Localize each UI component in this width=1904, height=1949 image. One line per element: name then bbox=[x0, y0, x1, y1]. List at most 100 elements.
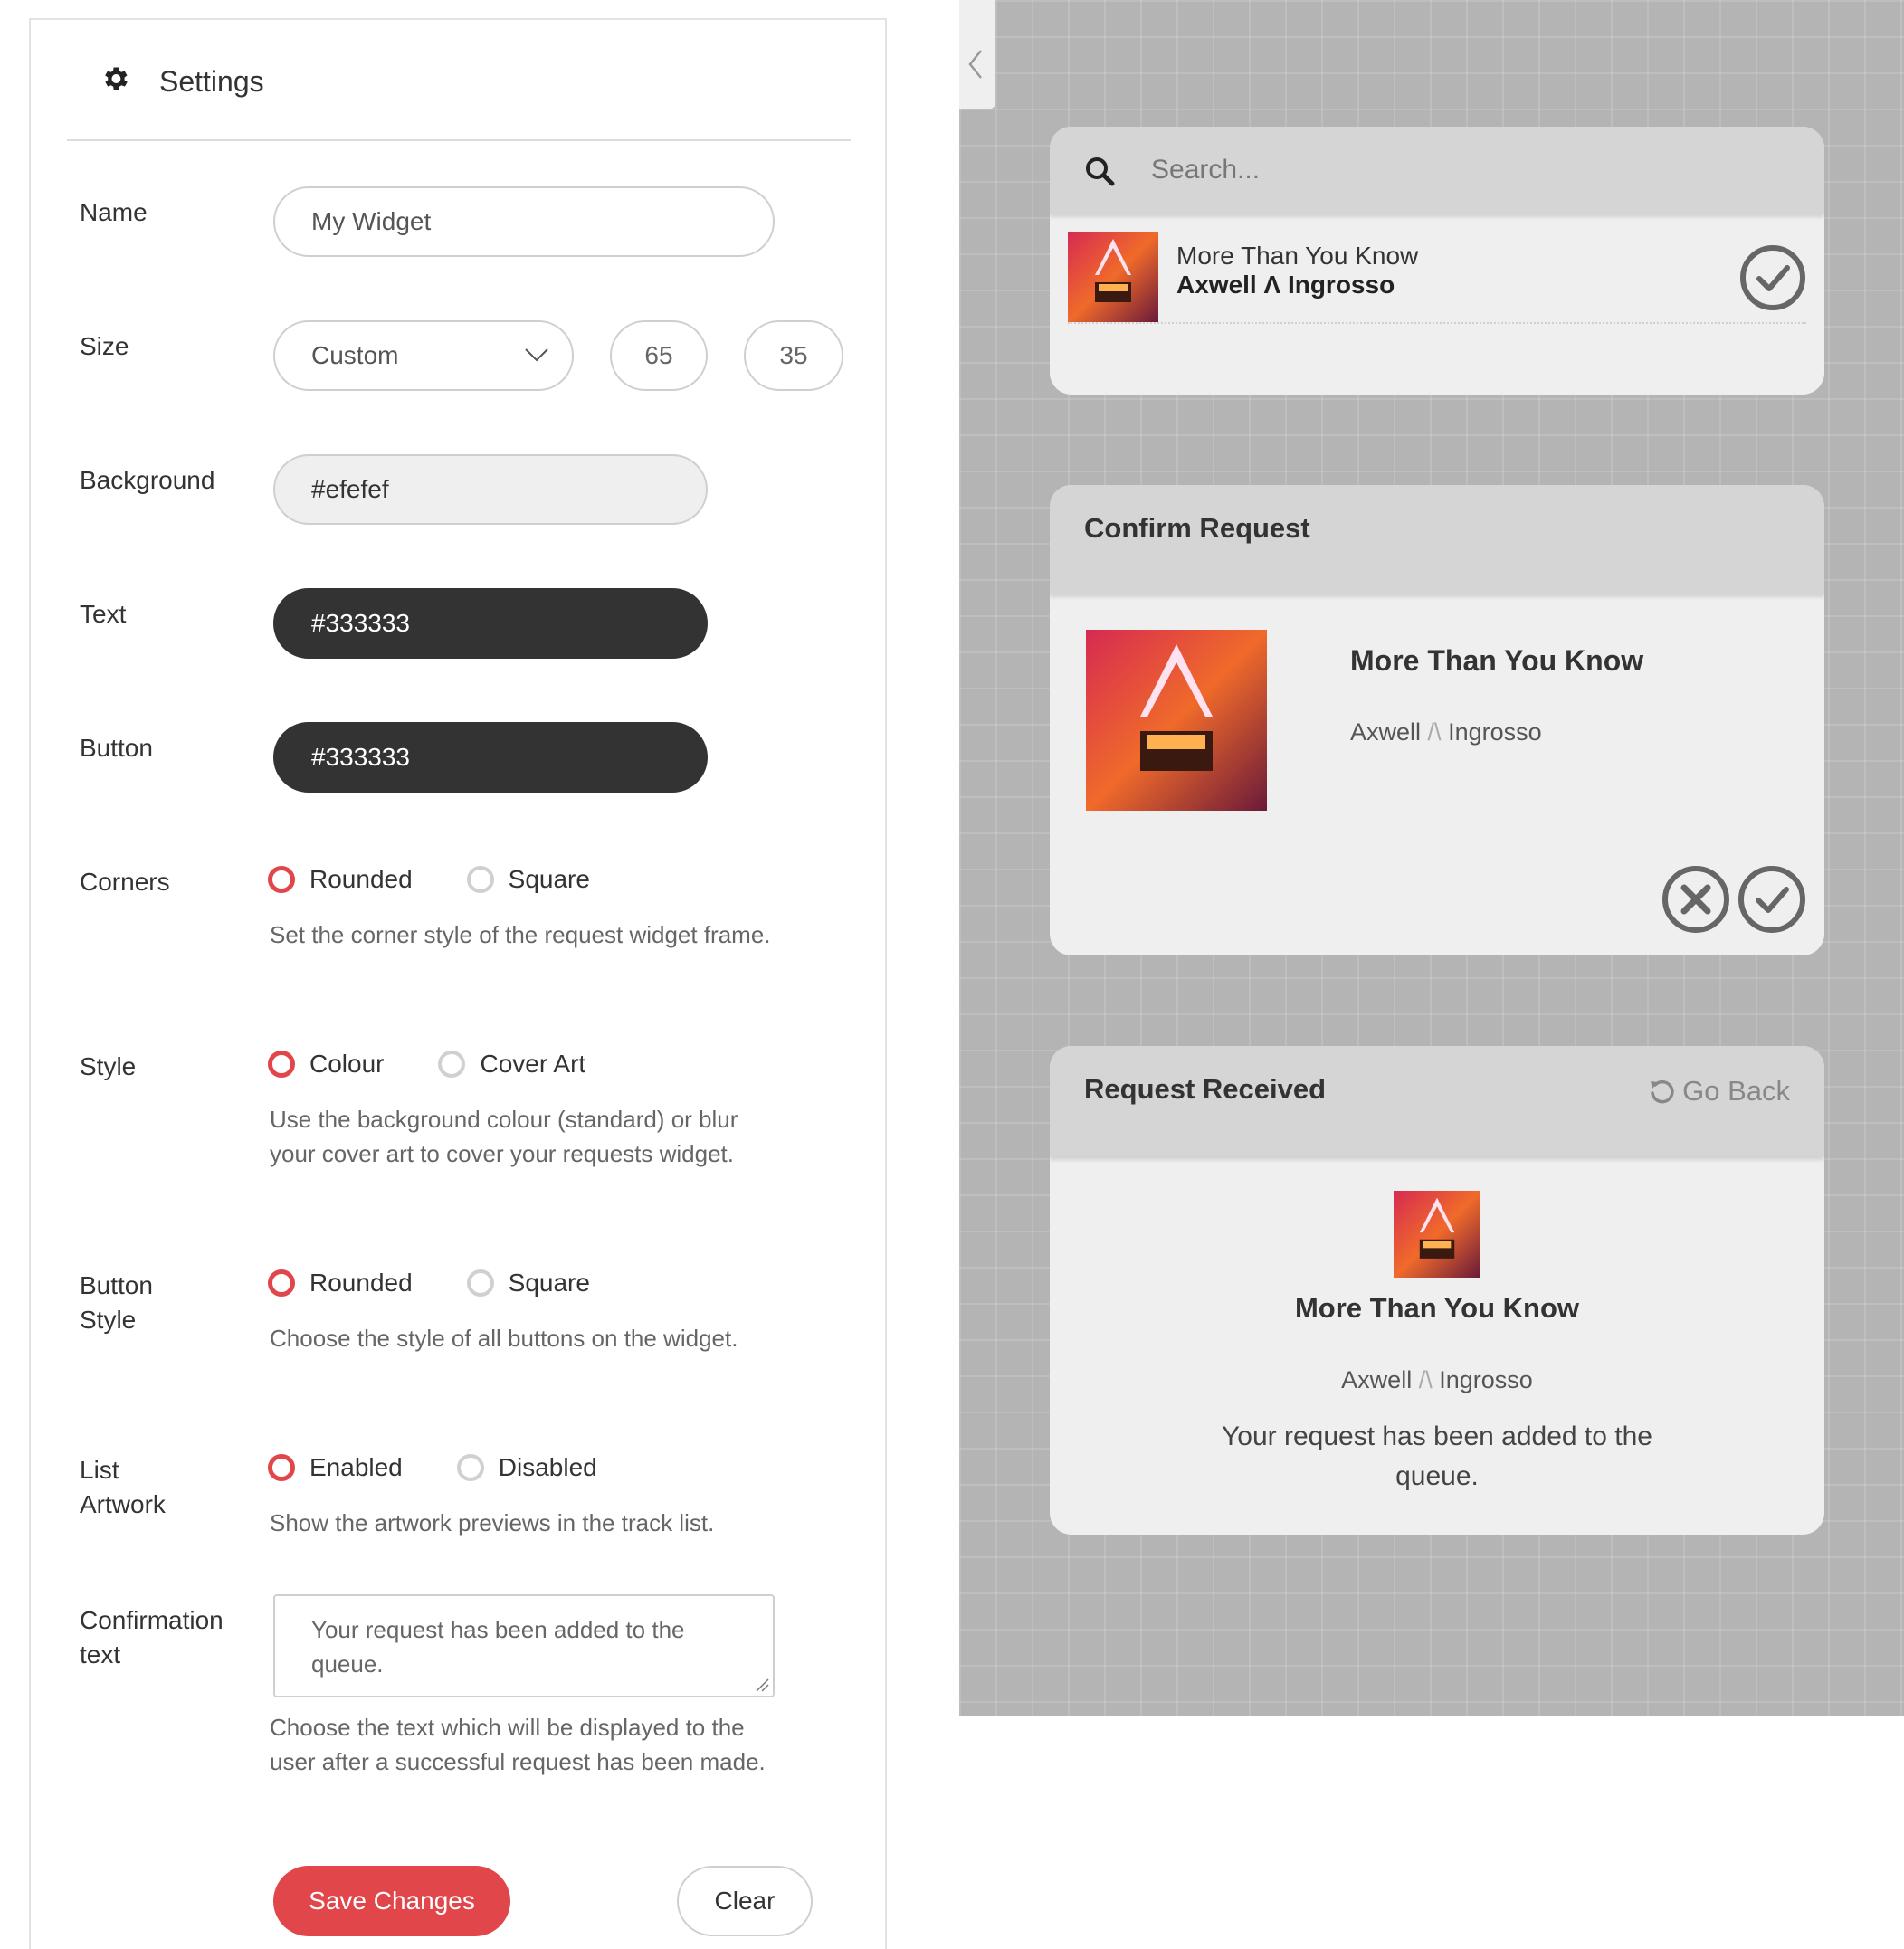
result-track-title: More Than You Know bbox=[1176, 242, 1419, 270]
confirm-artist: Axwell /\ Ingrosso bbox=[1350, 718, 1542, 746]
confirmation-help: Choose the text which will be displayed … bbox=[270, 1714, 766, 1775]
request-check-icon[interactable] bbox=[1739, 244, 1806, 311]
radio-label: Colour bbox=[309, 1050, 385, 1078]
confirm-track-title: More Than You Know bbox=[1350, 644, 1644, 677]
search-input[interactable]: Search... bbox=[1151, 152, 1260, 188]
corners-option-square[interactable]: Square bbox=[466, 865, 590, 894]
received-card-header: Request Received Go Back bbox=[1050, 1046, 1824, 1156]
radio-label: Disabled bbox=[498, 1453, 597, 1481]
background-color-input[interactable]: #efefef bbox=[273, 454, 708, 525]
radio-unselected-icon bbox=[456, 1454, 484, 1481]
style-label: Style bbox=[80, 1052, 137, 1080]
search-icon bbox=[1086, 157, 1115, 186]
radio-label: Enabled bbox=[309, 1453, 403, 1481]
name-label: Name bbox=[80, 198, 148, 226]
list-artwork-radio-group: Enabled Disabled bbox=[268, 1453, 597, 1482]
search-bar[interactable]: Search... bbox=[1050, 127, 1824, 214]
received-card-title: Request Received bbox=[1084, 1073, 1327, 1105]
list-artwork-label-line2: Artwork bbox=[80, 1490, 166, 1518]
album-art-thumbnail bbox=[1068, 232, 1158, 322]
background-label: Background bbox=[80, 466, 215, 494]
radio-label: Cover Art bbox=[480, 1050, 586, 1078]
button-style-help: Choose the style of all buttons on the w… bbox=[270, 1325, 738, 1352]
button-color-input[interactable]: #333333 bbox=[273, 722, 708, 793]
size-select[interactable]: Custom bbox=[273, 320, 574, 391]
search-widget-card: Search... More Than You Know Axwell Λ In… bbox=[1050, 127, 1824, 395]
list-artwork-label: List Artwork bbox=[80, 1453, 166, 1522]
style-option-cover-art[interactable]: Cover Art bbox=[438, 1050, 585, 1079]
radio-selected-icon bbox=[268, 1269, 295, 1297]
style-help: Use the background colour (standard) or … bbox=[270, 1106, 738, 1167]
button-color-label: Button bbox=[80, 734, 153, 762]
artist-name-a: Axwell bbox=[1341, 1366, 1413, 1393]
artist-name-b: Ingrosso bbox=[1448, 718, 1542, 746]
confirm-request-card: Confirm Request More Than You Know Axwel… bbox=[1050, 485, 1824, 955]
confirmation-label: Confirmation text bbox=[80, 1603, 224, 1672]
radio-label: Rounded bbox=[309, 1269, 413, 1297]
collapse-panel-toggle[interactable] bbox=[959, 0, 995, 109]
result-artist: Axwell Λ Ingrosso bbox=[1176, 271, 1395, 299]
corners-option-rounded[interactable]: Rounded bbox=[268, 865, 413, 894]
radio-unselected-icon bbox=[438, 1051, 466, 1078]
radio-selected-icon bbox=[268, 1454, 295, 1481]
list-artwork-option-disabled[interactable]: Disabled bbox=[456, 1453, 597, 1482]
size-width-input[interactable]: 65 bbox=[610, 320, 708, 391]
clear-button[interactable]: Clear bbox=[677, 1866, 813, 1936]
radio-label: Square bbox=[508, 1269, 590, 1297]
text-color-label: Text bbox=[80, 600, 127, 628]
button-style-label: Button Style bbox=[80, 1269, 153, 1337]
radio-unselected-icon bbox=[466, 866, 494, 893]
confirmation-text-value: Your request has been added to the queue… bbox=[311, 1616, 685, 1678]
chevron-down-icon bbox=[525, 348, 548, 362]
button-style-option-rounded[interactable]: Rounded bbox=[268, 1269, 413, 1298]
button-style-radio-group: Rounded Square bbox=[268, 1269, 590, 1298]
album-art-small bbox=[1394, 1191, 1480, 1278]
text-color-input[interactable]: #333333 bbox=[273, 588, 708, 659]
artist-separator: /\ bbox=[1418, 1366, 1433, 1393]
settings-title: Settings bbox=[159, 65, 264, 98]
gear-icon bbox=[105, 67, 128, 90]
radio-label: Square bbox=[508, 865, 590, 893]
settings-header: Settings bbox=[67, 42, 851, 141]
artist-separator: /\ bbox=[1427, 718, 1442, 746]
album-art-image bbox=[1068, 232, 1158, 322]
radio-selected-icon bbox=[268, 866, 295, 893]
style-radio-group: Colour Cover Art bbox=[268, 1050, 585, 1079]
received-artist: Axwell /\ Ingrosso bbox=[1050, 1366, 1824, 1394]
save-changes-button[interactable]: Save Changes bbox=[273, 1866, 510, 1936]
button-style-label-line1: Button bbox=[80, 1271, 153, 1299]
confirm-check-icon[interactable] bbox=[1737, 865, 1806, 934]
cancel-icon[interactable] bbox=[1661, 865, 1730, 934]
go-back-label: Go Back bbox=[1682, 1075, 1790, 1107]
size-height-input[interactable]: 35 bbox=[744, 320, 843, 391]
size-label: Size bbox=[80, 332, 129, 360]
artist-name-b: Ingrosso bbox=[1439, 1366, 1533, 1393]
track-list-item[interactable]: More Than You Know Axwell Λ Ingrosso bbox=[1068, 232, 1806, 324]
list-artwork-help: Show the artwork previews in the track l… bbox=[270, 1509, 715, 1536]
go-back-button[interactable]: Go Back bbox=[1648, 1075, 1790, 1108]
confirm-card-header: Confirm Request bbox=[1050, 485, 1824, 594]
confirmation-textarea[interactable]: Your request has been added to the queue… bbox=[273, 1594, 775, 1697]
artist-name-a: Axwell bbox=[1350, 718, 1422, 746]
album-art-image bbox=[1394, 1191, 1480, 1278]
corners-label: Corners bbox=[80, 868, 170, 896]
radio-unselected-icon bbox=[466, 1269, 494, 1297]
style-option-colour[interactable]: Colour bbox=[268, 1050, 384, 1079]
received-track-title: More Than You Know bbox=[1294, 1292, 1579, 1324]
album-art-image bbox=[1086, 630, 1267, 811]
request-received-card: Request Received Go Back More Than You K… bbox=[1050, 1046, 1824, 1535]
radio-selected-icon bbox=[268, 1051, 295, 1078]
size-select-value: Custom bbox=[311, 341, 399, 369]
radio-label: Rounded bbox=[309, 865, 413, 893]
chevron-left-icon bbox=[968, 50, 982, 79]
list-artwork-label-line1: List bbox=[80, 1456, 119, 1484]
button-style-option-square[interactable]: Square bbox=[466, 1269, 590, 1298]
button-style-label-line2: Style bbox=[80, 1306, 137, 1334]
corners-radio-group: Rounded Square bbox=[268, 865, 590, 894]
resize-grip-icon[interactable] bbox=[755, 1678, 769, 1692]
confirmation-label-line2: text bbox=[80, 1640, 121, 1669]
name-input[interactable]: My Widget bbox=[273, 186, 775, 257]
refresh-icon bbox=[1651, 1079, 1674, 1104]
list-artwork-option-enabled[interactable]: Enabled bbox=[268, 1453, 403, 1482]
confirmation-label-line1: Confirmation bbox=[80, 1606, 224, 1634]
